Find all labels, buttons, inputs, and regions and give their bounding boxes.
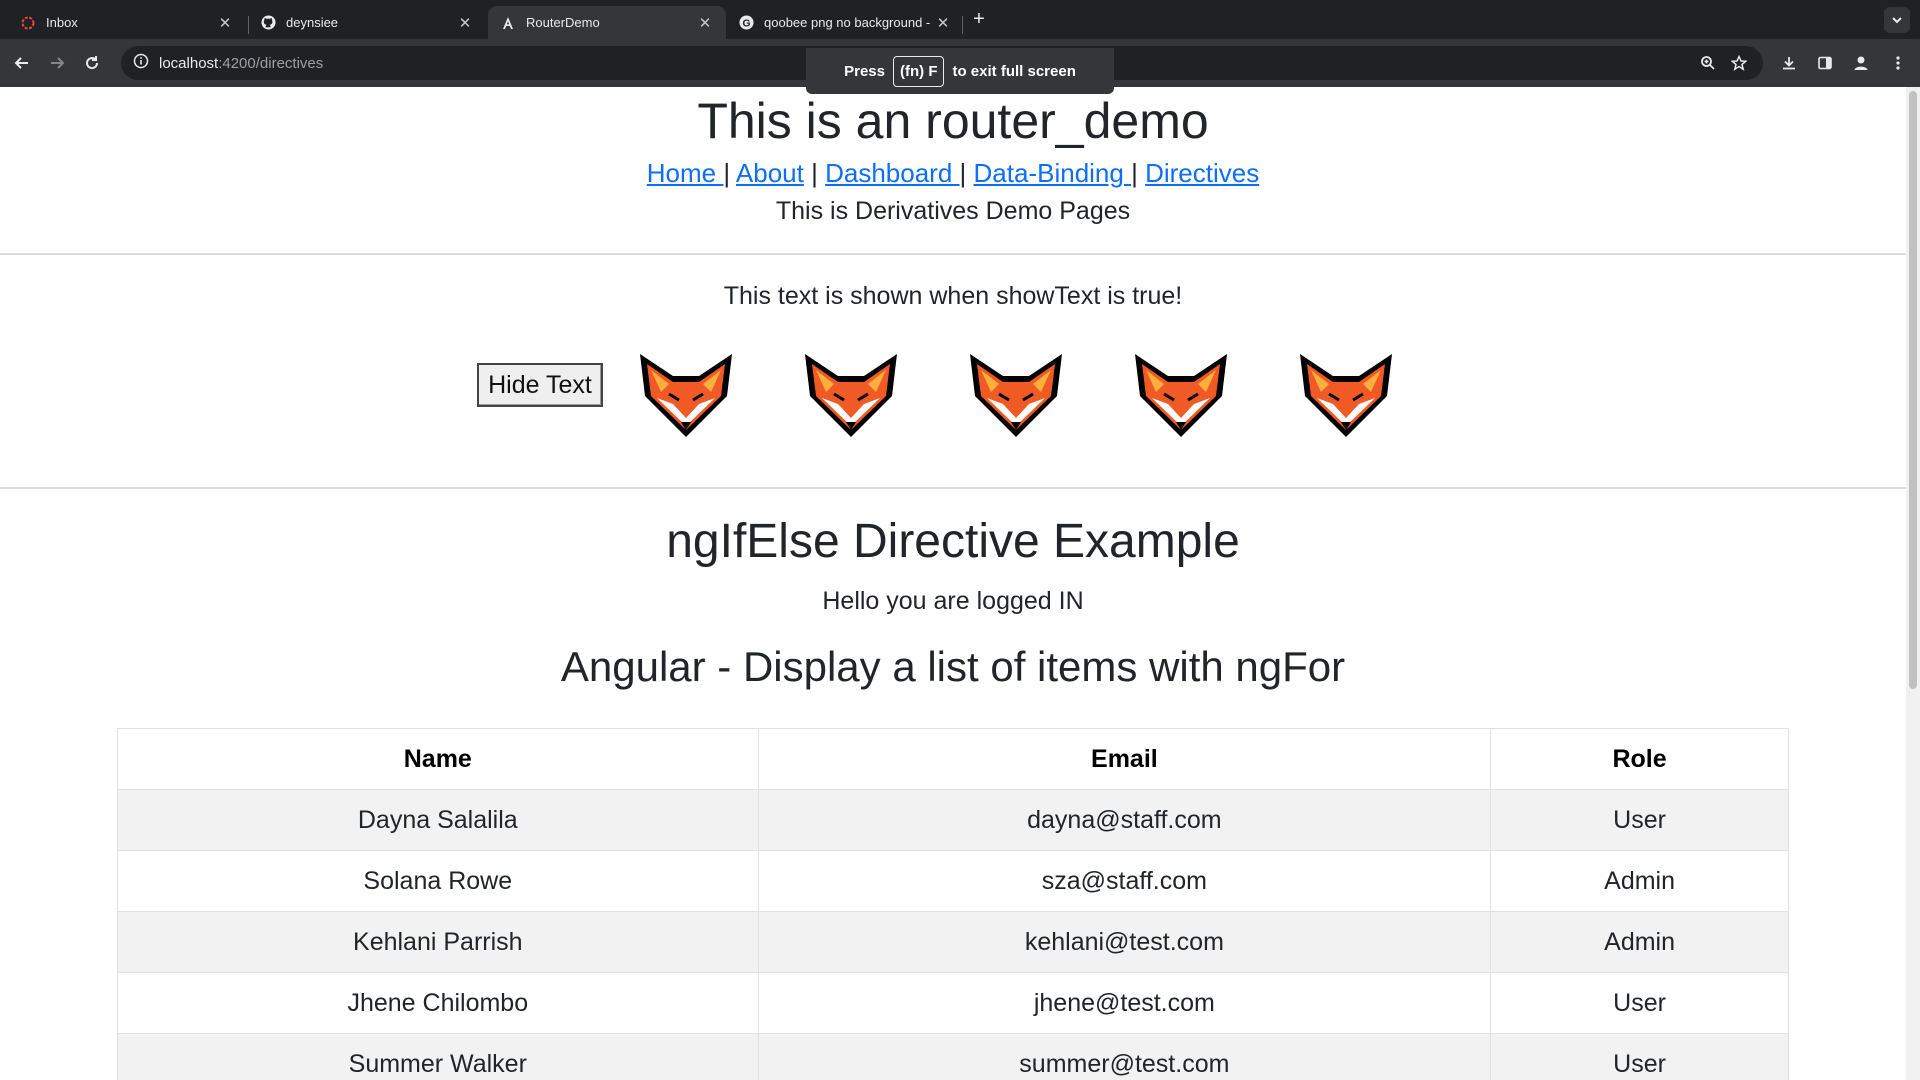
cell-name: Jhene Chilombo <box>117 972 759 1034</box>
cell-role: User <box>1490 972 1789 1034</box>
fox-logo-icon <box>631 342 741 442</box>
toast-text-before: Press <box>844 62 885 80</box>
table-row: Summer Walker summer@test.com User <box>117 1033 1789 1080</box>
ngfor-heading: Angular - Display a list of items with n… <box>560 643 1346 690</box>
zoom-icon[interactable] <box>1696 51 1720 75</box>
nav-link-dashboard[interactable]: Dashboard <box>825 158 959 188</box>
cell-email: dayna@staff.com <box>757 789 1492 851</box>
url-text: localhost:4200/directives <box>159 54 324 72</box>
table-row: Solana Rowe sza@staff.com Admin <box>117 850 1789 912</box>
menu-kebab-icon[interactable] <box>1886 51 1910 75</box>
nav-link-about[interactable]: About <box>736 158 804 188</box>
back-icon[interactable] <box>10 51 34 75</box>
cell-name: Summer Walker <box>117 1033 759 1080</box>
reload-icon[interactable] <box>80 51 104 75</box>
svg-text:G: G <box>742 18 750 29</box>
side-panel-icon[interactable] <box>1813 51 1837 75</box>
tab-title: deynsiee <box>286 15 339 30</box>
toast-text-after: to exit full screen <box>952 62 1076 80</box>
table-row: Kehlani Parrish kehlani@test.com Admin <box>117 911 1789 973</box>
tab-inbox[interactable]: Inbox ✕ <box>8 6 246 39</box>
tab-title: RouterDemo <box>526 15 600 30</box>
cell-email: sza@staff.com <box>757 850 1492 912</box>
fox-logo-icon <box>796 342 906 442</box>
column-header-email: Email <box>757 728 1492 790</box>
cell-role: Admin <box>1490 850 1789 912</box>
column-header-name: Name <box>117 728 759 790</box>
fox-logo-icon <box>961 342 1071 442</box>
cell-role: Admin <box>1490 911 1789 973</box>
tab-google[interactable]: G qoobee png no background - ✕ <box>726 6 964 39</box>
tab-title: Inbox <box>46 15 78 30</box>
site-info-icon[interactable] <box>133 53 149 74</box>
close-icon[interactable]: ✕ <box>696 14 714 32</box>
page-content: This is an router_demo Home | About | Da… <box>0 87 1906 1080</box>
close-icon[interactable]: ✕ <box>216 14 234 32</box>
nav-link-home[interactable]: Home <box>647 158 724 188</box>
download-icon[interactable] <box>1777 51 1801 75</box>
table-header-row: Name Email Role <box>117 728 1789 790</box>
login-status-text: Hello you are logged IN <box>822 587 1084 615</box>
hide-text-button[interactable]: Hide Text <box>477 363 603 407</box>
divider <box>0 487 1906 489</box>
cell-email: kehlani@test.com <box>757 911 1492 973</box>
scrollbar-thumb[interactable] <box>1909 91 1917 689</box>
column-header-role: Role <box>1490 728 1789 790</box>
bookmark-star-icon[interactable] <box>1727 51 1751 75</box>
close-icon[interactable]: ✕ <box>456 14 474 32</box>
conditional-text: This text is shown when showText is true… <box>723 282 1183 310</box>
github-icon <box>260 15 276 31</box>
page-scrollbar[interactable] <box>1906 87 1920 1080</box>
toast-key: (fn) F <box>893 55 945 87</box>
users-table: Name Email Role Dayna Salalila dayna@sta… <box>117 728 1789 1080</box>
fox-logo-icon <box>1291 342 1401 442</box>
main-nav: Home | About | Dashboard | Data-Binding … <box>646 158 1260 188</box>
new-tab-icon[interactable]: + <box>968 8 990 30</box>
tab-title: qoobee png no background - <box>764 15 931 30</box>
page-subtitle: This is Derivatives Demo Pages <box>775 197 1131 225</box>
opera-icon <box>20 15 36 31</box>
cell-name: Kehlani Parrish <box>117 911 759 973</box>
tab-strip: Inbox ✕ deynsiee ✕ RouterDemo ✕ G qoobee… <box>0 0 1920 39</box>
cell-name: Dayna Salalila <box>117 789 759 851</box>
table-row: Dayna Salalila dayna@staff.com User <box>117 789 1789 851</box>
cell-email: jhene@test.com <box>757 972 1492 1034</box>
close-icon[interactable]: ✕ <box>934 14 952 32</box>
profile-icon[interactable] <box>1849 51 1873 75</box>
fox-logo-icon <box>1126 342 1236 442</box>
page-title: This is an router_demo <box>697 93 1209 149</box>
tab-routerdemo[interactable]: RouterDemo ✕ <box>488 6 726 39</box>
tab-search-icon[interactable] <box>1884 7 1910 33</box>
table-row: Jhene Chilombo jhene@test.com User <box>117 972 1789 1034</box>
nav-link-data-binding[interactable]: Data-Binding <box>974 158 1132 188</box>
forward-icon[interactable] <box>45 51 69 75</box>
nav-link-directives[interactable]: Directives <box>1145 158 1259 188</box>
tab-github[interactable]: deynsiee ✕ <box>248 6 486 39</box>
google-icon: G <box>738 15 754 31</box>
angular-icon <box>500 15 516 31</box>
cell-role: User <box>1490 789 1789 851</box>
cell-role: User <box>1490 1033 1789 1080</box>
divider <box>0 253 1906 255</box>
cell-email: summer@test.com <box>757 1033 1492 1080</box>
ngifelse-heading: ngIfElse Directive Example <box>666 515 1240 568</box>
cell-name: Solana Rowe <box>117 850 759 912</box>
